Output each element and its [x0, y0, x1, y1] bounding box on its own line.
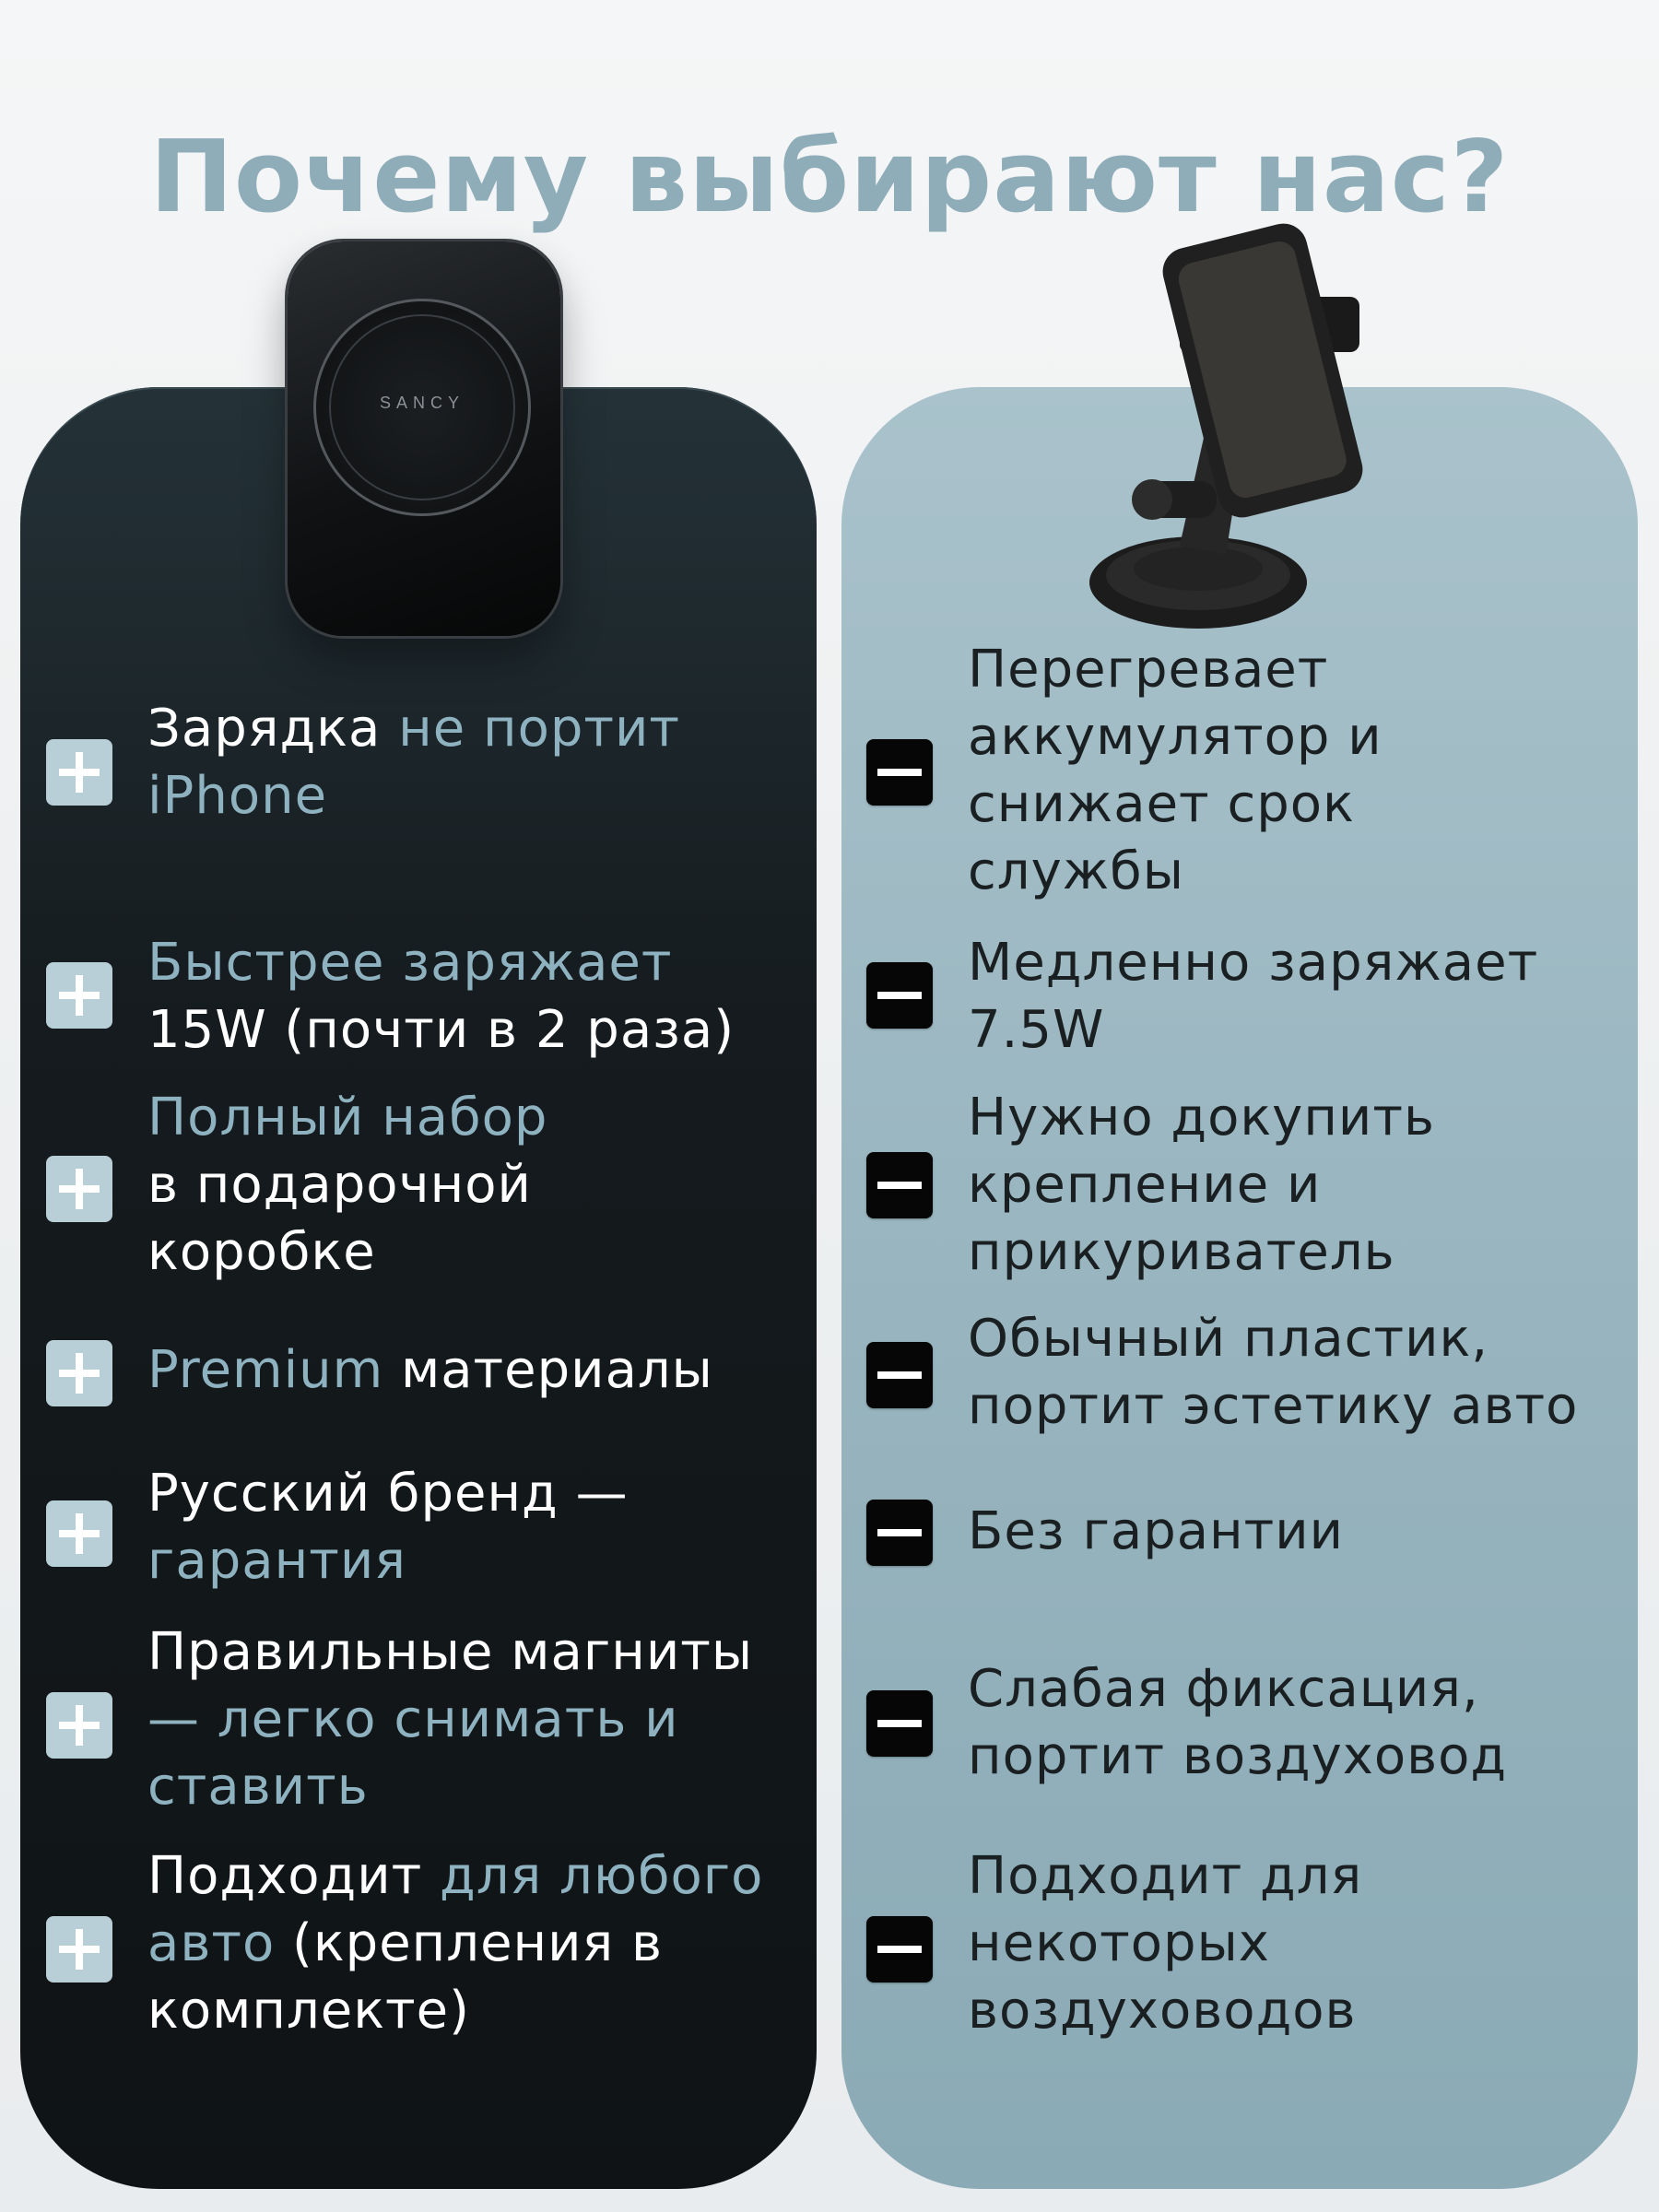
minus-icon [877, 1182, 922, 1189]
con-text: Подходит для некоторых воздуховодов [968, 1846, 1363, 2041]
minus-badge [866, 1342, 933, 1408]
brand-logo: SANCY [379, 394, 465, 412]
con-text: Медленно заряжает 7.5W [968, 933, 1539, 1060]
magnetic-charger-image: SANCY [288, 241, 560, 636]
minus-icon [877, 992, 922, 999]
con-item: Обычный пластик, портит эстетику авто [0, 1309, 1659, 1521]
minus-icon [877, 1529, 922, 1536]
con-text: Обычный пластик, портит эстетику авто [968, 1309, 1579, 1436]
con-text: Перегревает аккумулятор и снижает срок с… [968, 640, 1382, 901]
con-text: Нужно докупить крепление и прикуриватель [968, 1088, 1435, 1282]
con-text: Без гарантии [968, 1501, 1345, 1561]
con-item: Подходит для некоторых воздуховодов [0, 1846, 1659, 2060]
minus-badge [866, 1500, 933, 1566]
minus-badge [866, 1690, 933, 1757]
competitor-holder-image [1078, 214, 1382, 638]
minus-badge [866, 1152, 933, 1218]
minus-icon [877, 1371, 922, 1379]
page-title: Почему выбирают нас? [149, 120, 1510, 235]
minus-icon [877, 769, 922, 776]
con-item: Нужно докупить крепление и прикуриватель [0, 1088, 1659, 1300]
con-item: Перегревает аккумулятор и снижает срок с… [0, 636, 1659, 901]
con-item: Слабая фиксация, портит воздуховод [0, 1659, 1659, 1871]
minus-icon [877, 1720, 922, 1727]
con-text: Слабая фиксация, портит воздуховод [968, 1659, 1508, 1786]
minus-badge [866, 1916, 933, 1983]
minus-badge [866, 739, 933, 806]
charger-ring: SANCY [313, 299, 531, 516]
minus-icon [877, 1946, 922, 1953]
minus-badge [866, 962, 933, 1029]
